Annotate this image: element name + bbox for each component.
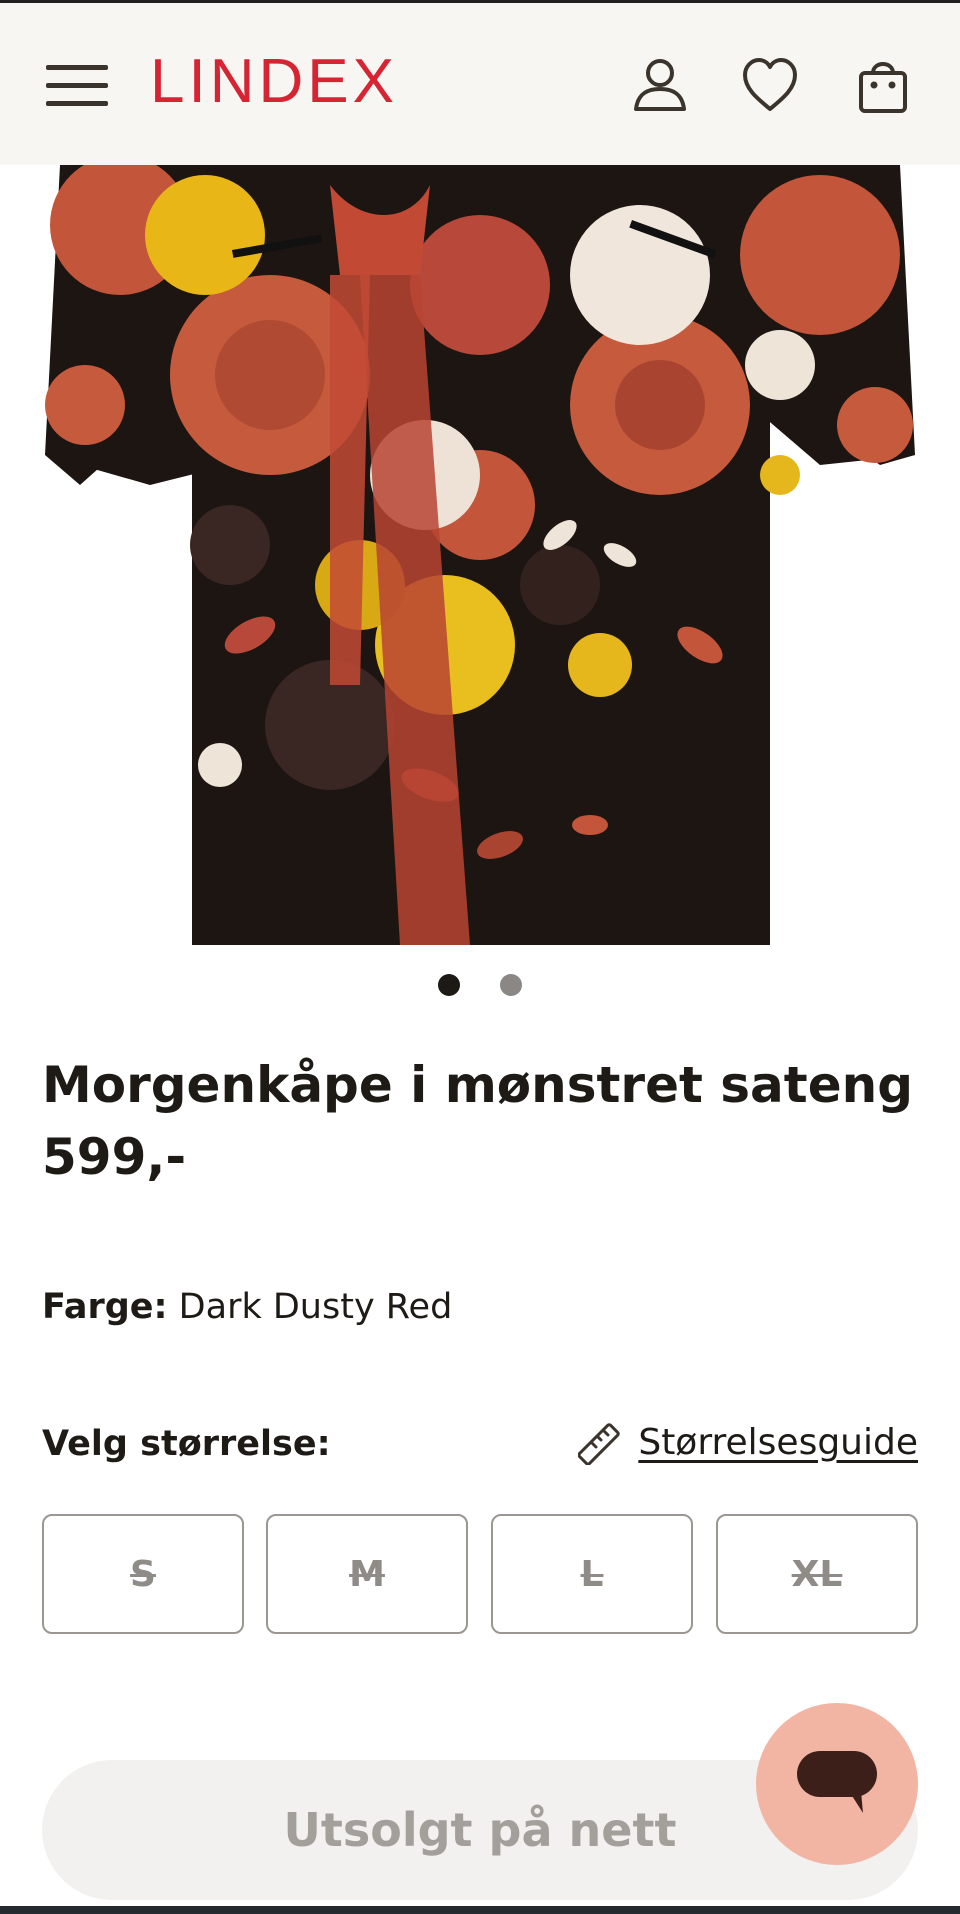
chat-button[interactable] xyxy=(756,1703,918,1865)
size-option-l[interactable]: L xyxy=(491,1514,693,1634)
size-guide-link[interactable]: Størrelsesguide xyxy=(578,1418,918,1468)
size-option-xl[interactable]: XL xyxy=(716,1514,918,1634)
size-label: Velg størrelse: xyxy=(42,1424,331,1464)
color-row: Farge: Dark Dusty Red xyxy=(42,1286,452,1328)
carousel-dot-active[interactable] xyxy=(438,974,460,996)
color-label: Farge: xyxy=(42,1287,168,1327)
ruler-icon xyxy=(578,1423,621,1465)
shopping-bag-icon[interactable] xyxy=(853,55,913,115)
color-value: Dark Dusty Red xyxy=(178,1287,453,1327)
product-title: Morgenkåpe i mønstret sateng xyxy=(42,1056,913,1114)
bottom-strip xyxy=(0,1906,960,1914)
lindex-logo[interactable]: LINDEX xyxy=(150,47,398,117)
size-option-m[interactable]: M xyxy=(266,1514,468,1634)
chat-bubble-icon xyxy=(797,1751,877,1813)
heart-icon[interactable] xyxy=(740,55,800,115)
size-option-s[interactable]: S xyxy=(42,1514,244,1634)
hamburger-menu-icon[interactable] xyxy=(46,65,108,107)
product-image[interactable] xyxy=(0,165,960,945)
site-header: LINDEX xyxy=(0,3,960,165)
product-price: 599,- xyxy=(42,1128,187,1186)
carousel-dot[interactable] xyxy=(500,974,522,996)
carousel-dots xyxy=(0,974,960,996)
size-selector: S M L XL xyxy=(42,1514,918,1634)
user-icon[interactable] xyxy=(630,55,690,115)
size-guide-label[interactable]: Størrelsesguide xyxy=(638,1422,918,1464)
